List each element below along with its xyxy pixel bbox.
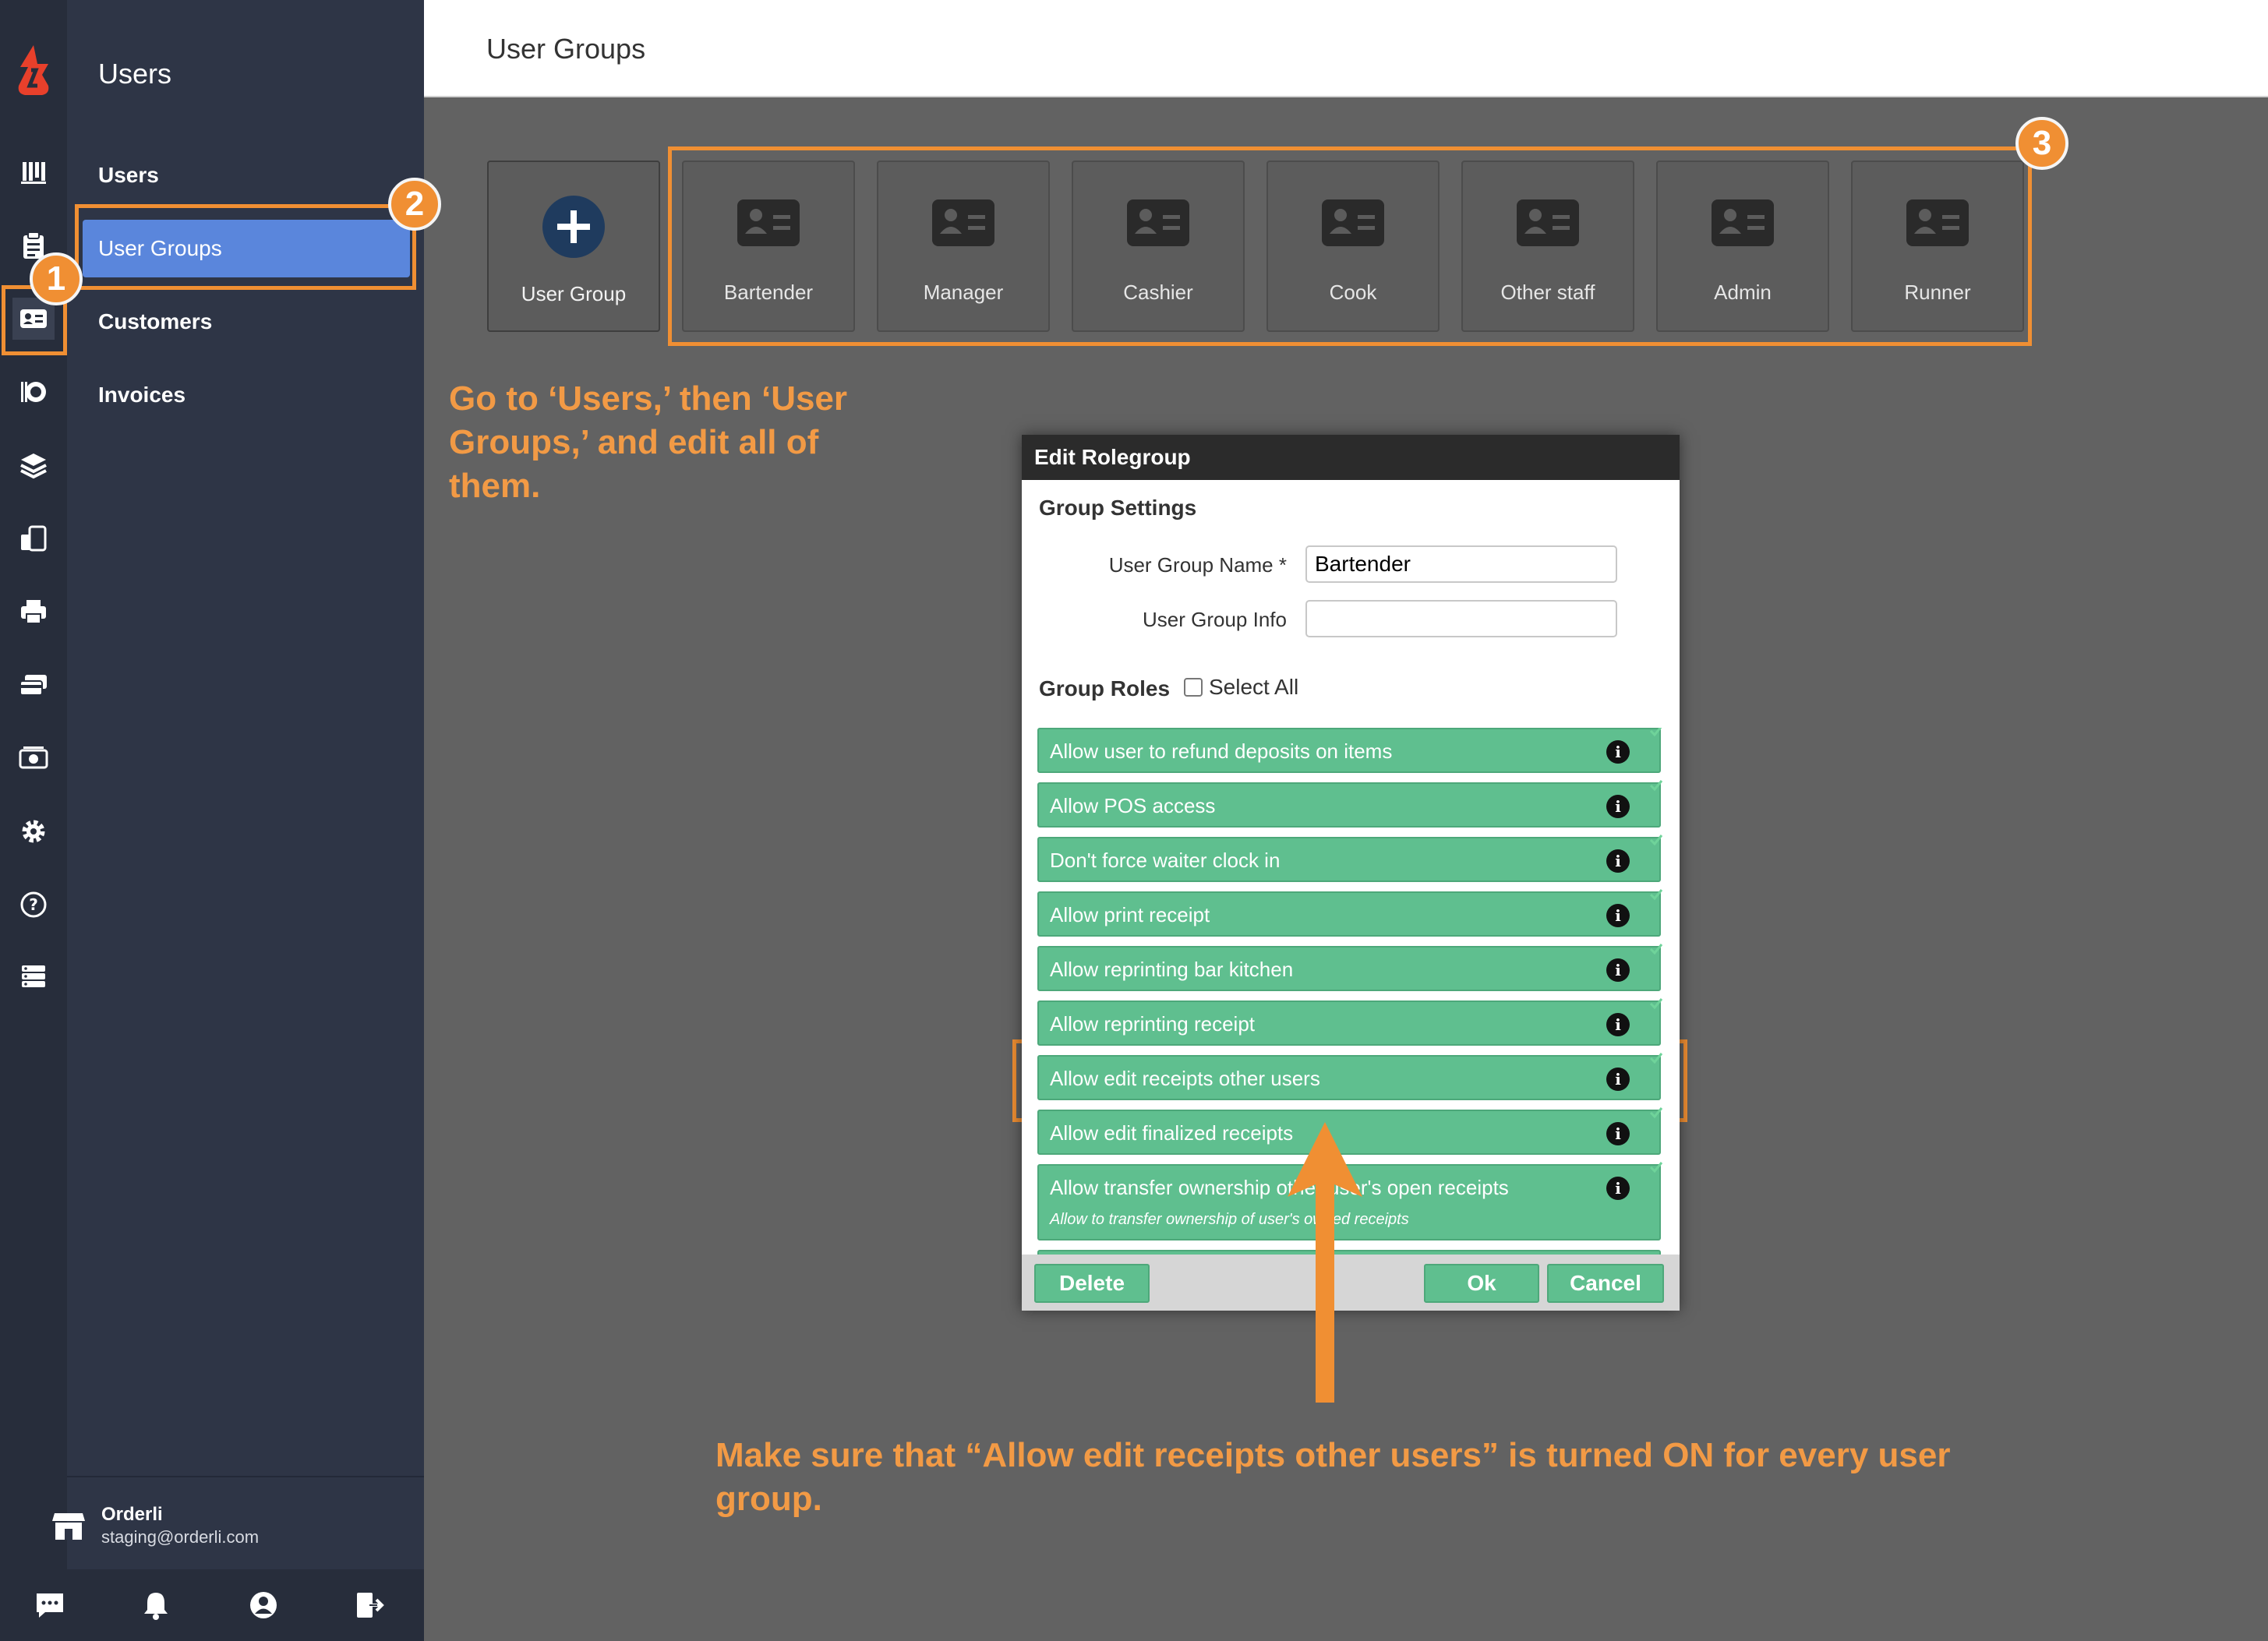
account-name: Orderli xyxy=(101,1504,163,1525)
add-user-group-tile[interactable]: User Group xyxy=(487,161,660,332)
checkmark-icon xyxy=(1649,889,1663,901)
cash-icon[interactable] xyxy=(12,737,55,779)
instruction-note-top: Go to ‘Users,’ then ‘User Groups,’ and e… xyxy=(449,379,848,505)
role-toggle[interactable]: Allow print receipt i xyxy=(1037,889,1663,937)
select-all-label: Select All xyxy=(1209,675,1299,699)
account-email: staging@orderli.com xyxy=(101,1527,260,1547)
ok-button[interactable]: Ok xyxy=(1424,1264,1539,1303)
layers-icon[interactable] xyxy=(12,444,55,486)
store-icon xyxy=(52,1513,85,1540)
checkmark-icon xyxy=(1649,1107,1663,1119)
info-icon[interactable]: i xyxy=(1606,1122,1630,1145)
page-title: User Groups xyxy=(486,33,646,65)
dining-icon[interactable] xyxy=(12,371,55,413)
checkmark-icon xyxy=(1649,1053,1663,1064)
role-toggle[interactable]: Allow user to refund deposits on items i xyxy=(1037,728,1662,773)
gear-icon[interactable] xyxy=(12,810,55,852)
info-icon[interactable]: i xyxy=(1606,904,1630,927)
role-label: Allow edit receipts other users xyxy=(1050,1067,1320,1090)
lightspeed-logo-icon[interactable] xyxy=(14,44,53,97)
role-toggle[interactable]: Allow reprinting receipt i xyxy=(1037,998,1663,1046)
checkmark-icon xyxy=(1649,944,1663,955)
subnav-item-invoices[interactable]: Invoices xyxy=(83,366,410,424)
server-icon[interactable] xyxy=(12,955,55,997)
profile-icon[interactable] xyxy=(245,1586,282,1624)
highlight-user-groups xyxy=(75,204,416,290)
account-panel[interactable]: Orderli staging@orderli.com xyxy=(52,1476,424,1569)
chat-icon[interactable] xyxy=(31,1586,69,1624)
checkmark-icon xyxy=(1649,780,1663,792)
role-toggle[interactable]: Don't force waiter clock in i xyxy=(1037,835,1663,882)
user-group-name-label: User Group Name * xyxy=(1108,553,1287,577)
reports-chart-icon[interactable] xyxy=(12,151,55,193)
select-all-control[interactable]: Select All xyxy=(1184,675,1298,700)
logout-icon[interactable] xyxy=(351,1586,388,1624)
group-settings-heading: Group Settings xyxy=(1039,496,1197,520)
bell-icon[interactable] xyxy=(137,1586,175,1624)
checkmark-icon xyxy=(1649,835,1663,846)
select-all-checkbox[interactable] xyxy=(1184,678,1203,697)
subnav-item-users[interactable]: Users xyxy=(83,146,410,204)
subnav-item-customers[interactable]: Customers xyxy=(83,293,410,351)
role-label: Allow POS access xyxy=(1050,794,1216,817)
info-icon[interactable]: i xyxy=(1606,958,1630,982)
cancel-button[interactable]: Cancel xyxy=(1547,1264,1664,1303)
svg-text:?: ? xyxy=(29,895,38,914)
step-badge-2: 2 xyxy=(388,178,441,231)
dialog-title: Edit Rolegroup xyxy=(1022,435,1680,480)
role-toggle[interactable]: Allow POS access i xyxy=(1037,780,1663,828)
pointer-arrow-icon xyxy=(1288,1122,1362,1403)
role-label: Don't force waiter clock in xyxy=(1050,849,1281,872)
info-icon[interactable]: i xyxy=(1606,795,1630,818)
step-badge-1: 1 xyxy=(30,252,83,305)
checkmark-icon xyxy=(1649,728,1662,737)
devices-icon[interactable] xyxy=(12,517,55,559)
info-icon[interactable]: i xyxy=(1606,1068,1630,1091)
role-label: Allow reprinting bar kitchen xyxy=(1050,958,1294,981)
role-toggle[interactable]: Allow reprinting bar kitchen i xyxy=(1037,944,1663,991)
info-icon[interactable]: i xyxy=(1606,740,1630,764)
info-icon[interactable]: i xyxy=(1606,1177,1630,1200)
info-icon[interactable]: i xyxy=(1606,1013,1630,1036)
bottom-toolbar xyxy=(0,1569,424,1641)
role-label: Allow print receipt xyxy=(1050,903,1210,926)
user-group-name-input[interactable]: Bartender xyxy=(1305,545,1617,583)
user-group-info-input[interactable] xyxy=(1305,600,1617,637)
checkmark-icon xyxy=(1649,998,1663,1010)
user-group-info-label: User Group Info xyxy=(1143,608,1287,631)
delete-button[interactable]: Delete xyxy=(1034,1264,1150,1303)
section-title: Users xyxy=(98,58,172,90)
role-label: Allow user to refund deposits on items xyxy=(1050,739,1393,763)
tile-label: User Group xyxy=(521,282,627,305)
plus-circle-icon xyxy=(542,196,605,258)
icon-rail: ? xyxy=(0,0,67,1641)
step-badge-3: 3 xyxy=(2015,117,2068,170)
page-header: User Groups xyxy=(424,0,2268,97)
info-icon[interactable]: i xyxy=(1606,849,1630,873)
instruction-note-bottom: Make sure that “Allow edit receipts othe… xyxy=(715,1436,1951,1518)
printer-icon[interactable] xyxy=(12,591,55,633)
role-label: Allow reprinting receipt xyxy=(1050,1012,1256,1036)
cards-icon[interactable] xyxy=(12,664,55,706)
help-icon[interactable]: ? xyxy=(12,884,55,926)
checkmark-icon xyxy=(1649,1162,1663,1173)
highlight-group-tiles xyxy=(668,146,2032,346)
group-roles-heading: Group Roles xyxy=(1039,676,1171,701)
role-toggle[interactable]: Allow edit receipts other users i xyxy=(1037,1053,1663,1100)
